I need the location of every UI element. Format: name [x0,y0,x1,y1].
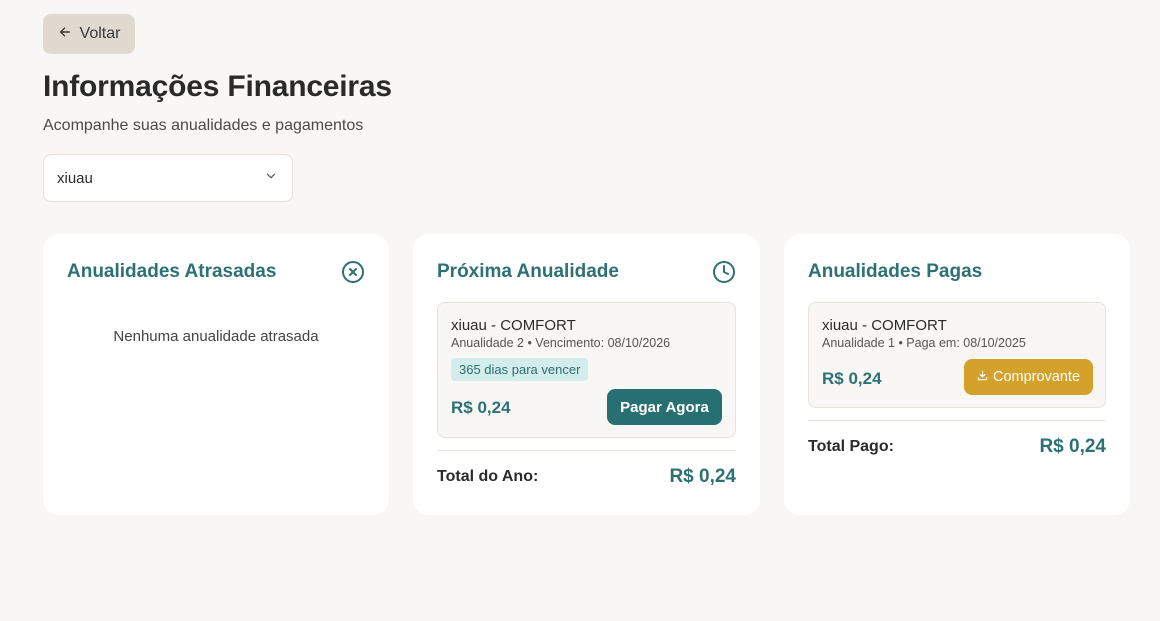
year-total-value: R$ 0,24 [669,466,736,487]
paid-total-value: R$ 0,24 [1039,436,1106,457]
paid-total-label: Total Pago: [808,438,894,455]
paid-annuity-item: xiuau - COMFORT Anualidade 1 • Paga em: … [808,302,1106,408]
divider [437,450,736,451]
next-annuity-card: Próxima Anualidade xiuau - COMFORT Anual… [413,234,760,515]
next-annuity-item-name: xiuau - COMFORT [451,317,576,334]
overdue-card: Anualidades Atrasadas Nenhuma anualidade… [43,234,389,515]
back-button[interactable]: Voltar [43,14,135,54]
paid-annuity-item-name: xiuau - COMFORT [822,317,947,334]
paid-annuities-card-title: Anualidades Pagas [808,261,983,282]
pay-now-button[interactable]: Pagar Agora [607,389,722,425]
due-days-badge: 365 dias para vencer [451,358,589,381]
next-annuity-item-amount: R$ 0,24 [451,398,511,417]
overdue-card-title: Anualidades Atrasadas [67,261,277,282]
receipt-button[interactable]: Comprovante [964,359,1093,395]
next-annuity-item: xiuau - COMFORT Anualidade 2 • Venciment… [437,302,736,438]
next-annuity-item-meta: Anualidade 2 • Vencimento: 08/10/2026 [451,336,671,350]
x-circle-icon [341,260,365,284]
account-select-value: xiuau [57,169,93,187]
divider [808,420,1106,421]
year-total-label: Total do Ano: [437,468,539,485]
page-title: Informações Financeiras [43,70,392,103]
next-annuity-card-title: Próxima Anualidade [437,261,619,282]
receipt-button-label: Comprovante [992,369,1081,385]
chevron-down-icon [264,169,278,187]
paid-annuities-card: Anualidades Pagas xiuau - COMFORT Anuali… [784,234,1130,515]
back-button-label: Voltar [79,25,121,42]
account-select[interactable]: xiuau [43,154,293,202]
overdue-empty-message: Nenhuma anualidade atrasada [113,328,319,345]
page-subtitle: Acompanhe suas anualidades e pagamentos [43,117,364,134]
paid-annuity-item-amount: R$ 0,24 [822,369,882,388]
clock-icon [712,260,736,284]
download-icon [977,369,988,385]
paid-annuity-item-meta: Anualidade 1 • Paga em: 08/10/2025 [822,336,1026,350]
arrow-left-icon [58,25,72,44]
